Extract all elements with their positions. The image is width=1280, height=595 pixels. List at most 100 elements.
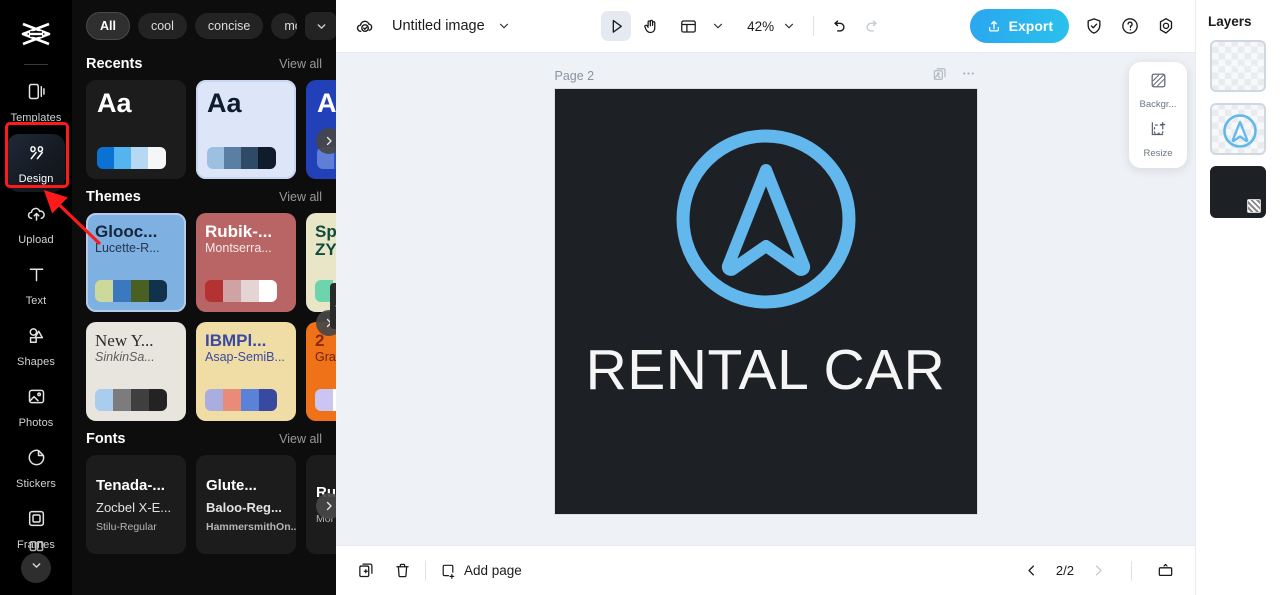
sidebar-item-upload[interactable]: Upload <box>7 195 65 253</box>
app-root: Templates Design Upload Text Shapes Phot… <box>0 0 1280 595</box>
theme-card[interactable]: 2 Gra <box>306 322 336 421</box>
color-swatch <box>315 389 336 411</box>
artboard[interactable]: RENTAL CAR <box>554 89 977 514</box>
filter-chip-cool[interactable]: cool <box>137 13 187 39</box>
frames-icon <box>26 508 47 534</box>
export-button[interactable]: Export <box>969 9 1069 43</box>
themes-view-all-link[interactable]: View all <box>279 190 322 204</box>
sidebar-item-stickers[interactable]: Stickers <box>7 439 65 497</box>
page-navigation: 2/2 <box>1018 557 1179 585</box>
text-icon <box>26 264 47 290</box>
help-circle-icon <box>1122 18 1138 34</box>
recents-card[interactable]: Aa <box>196 80 296 179</box>
theme-card[interactable]: Rubik-... Montserra... <box>196 213 296 312</box>
color-swatch <box>205 280 278 302</box>
fonts-view-all-link[interactable]: View all <box>279 432 322 446</box>
float-tool-label: Resize <box>1143 148 1173 159</box>
left-rail: Templates Design Upload Text Shapes Phot… <box>0 0 72 595</box>
sidebar-item-text[interactable]: Text <box>7 256 65 314</box>
resize-tool-button[interactable]: Resize <box>1143 120 1173 159</box>
add-page-button[interactable]: Add page <box>439 562 522 580</box>
fonts-carousel-next-button[interactable] <box>316 493 336 519</box>
chevron-down-icon <box>499 23 508 29</box>
theme-card-line2: Asap-SemiB... <box>205 349 285 364</box>
settings-button[interactable] <box>1151 11 1181 41</box>
filter-chip-all[interactable]: All <box>86 12 130 40</box>
page-header: Page 2 <box>555 63 977 89</box>
export-upload-icon <box>988 20 999 32</box>
zoom-dropdown[interactable] <box>774 11 804 41</box>
panel-collapse-handle[interactable] <box>330 283 336 329</box>
sidebar-item-label: Upload <box>18 233 54 246</box>
sidebar-item-label: Stickers <box>16 477 56 490</box>
shield-check-button[interactable] <box>1079 11 1109 41</box>
background-tool-button[interactable]: Backgr... <box>1139 71 1177 110</box>
rail-expand-button[interactable] <box>21 553 51 583</box>
bottom-toolbar: Add page 2/2 <box>336 545 1195 595</box>
present-button[interactable] <box>1151 557 1179 585</box>
recents-card-sample: Aa <box>97 88 132 118</box>
zoom-level-value[interactable]: 42% <box>747 19 774 34</box>
help-button[interactable] <box>1115 11 1145 41</box>
next-page-button[interactable] <box>1084 557 1112 585</box>
navigation-arrow-circle-logo[interactable] <box>671 124 861 319</box>
layer-item-logo[interactable] <box>1210 103 1266 155</box>
cloud-saved-icon[interactable] <box>350 11 380 41</box>
recents-row: Aa Aa A <box>72 80 336 179</box>
float-tool-label: Backgr... <box>1139 99 1177 110</box>
color-swatch <box>205 389 278 411</box>
previous-page-button[interactable] <box>1018 557 1046 585</box>
theme-card[interactable]: Glooc... Lucette-R... <box>86 213 186 312</box>
recents-carousel-next-button[interactable] <box>316 128 336 154</box>
filter-chip-concise[interactable]: concise <box>194 13 264 39</box>
capcut-logo-icon[interactable] <box>14 14 58 54</box>
color-swatch <box>97 147 166 169</box>
font-card-line1: Tenada-... <box>96 476 165 494</box>
layout-dropdown[interactable] <box>703 11 733 41</box>
floating-tools-panel: Backgr... Resize <box>1129 62 1187 168</box>
redo-button[interactable] <box>857 11 887 41</box>
layout-tool-button[interactable] <box>673 11 703 41</box>
themes-row-2: New Y... SinkinSa... IBMPl... Asap-SemiB… <box>72 310 336 421</box>
settings-gear-icon <box>1159 18 1173 34</box>
delete-page-button[interactable] <box>388 557 416 585</box>
theme-card[interactable]: IBMPl... Asap-SemiB... <box>196 322 296 421</box>
sidebar-item-label: Text <box>25 294 47 307</box>
document-title[interactable]: Untitled image <box>392 18 485 34</box>
duplicate-page-icon[interactable] <box>932 66 948 87</box>
layer-item-text[interactable]: RENTAL CAR <box>1210 40 1266 92</box>
duplicate-page-button[interactable] <box>352 557 380 585</box>
sidebar-item-photos[interactable]: Photos <box>7 378 65 436</box>
layers-title: Layers <box>1208 14 1252 29</box>
document-title-dropdown[interactable] <box>489 11 519 41</box>
canvas-area[interactable]: Page 2 RENTAL CAR Backgr... Resize <box>336 53 1195 545</box>
shapes-icon <box>26 325 47 351</box>
filter-chips-expand-button[interactable] <box>305 12 336 40</box>
brand-text[interactable]: RENTAL CAR <box>586 337 946 403</box>
chevron-down-icon <box>714 23 723 29</box>
sidebar-item-design[interactable]: Design <box>7 134 65 192</box>
top-toolbar: Untitled image 42% Export <box>336 0 1195 53</box>
font-card[interactable]: Tenada-... Zocbel X-E... Stilu-Regular <box>86 455 186 554</box>
filter-chip-modern[interactable]: modern <box>271 13 298 39</box>
sidebar-item-label: Shapes <box>17 355 55 368</box>
recents-card-sample: A <box>317 88 336 118</box>
themes-row-1: Glooc... Lucette-R... Rubik-... Montserr… <box>72 213 336 312</box>
theme-card[interactable]: New Y... SinkinSa... <box>86 322 186 421</box>
stickers-icon <box>26 447 47 473</box>
fonts-row: Tenada-... Zocbel X-E... Stilu-Regular G… <box>72 455 336 554</box>
font-card[interactable]: Glute... Baloo-Reg... HammersmithOn... <box>196 455 296 554</box>
sidebar-item-templates[interactable]: Templates <box>7 73 65 131</box>
sidebar-item-shapes[interactable]: Shapes <box>7 317 65 375</box>
recents-card[interactable]: Aa <box>86 80 186 179</box>
duplicate-icon <box>358 563 373 578</box>
undo-button[interactable] <box>823 11 853 41</box>
more-horizontal-icon[interactable] <box>960 65 977 87</box>
layout-grid-icon <box>680 19 696 33</box>
layer-item-background[interactable] <box>1210 166 1266 218</box>
section-title: Recents <box>86 56 143 72</box>
color-swatch <box>207 147 276 169</box>
hand-tool-button[interactable] <box>635 11 665 41</box>
recents-view-all-link[interactable]: View all <box>279 57 322 71</box>
select-tool-button[interactable] <box>601 11 632 41</box>
